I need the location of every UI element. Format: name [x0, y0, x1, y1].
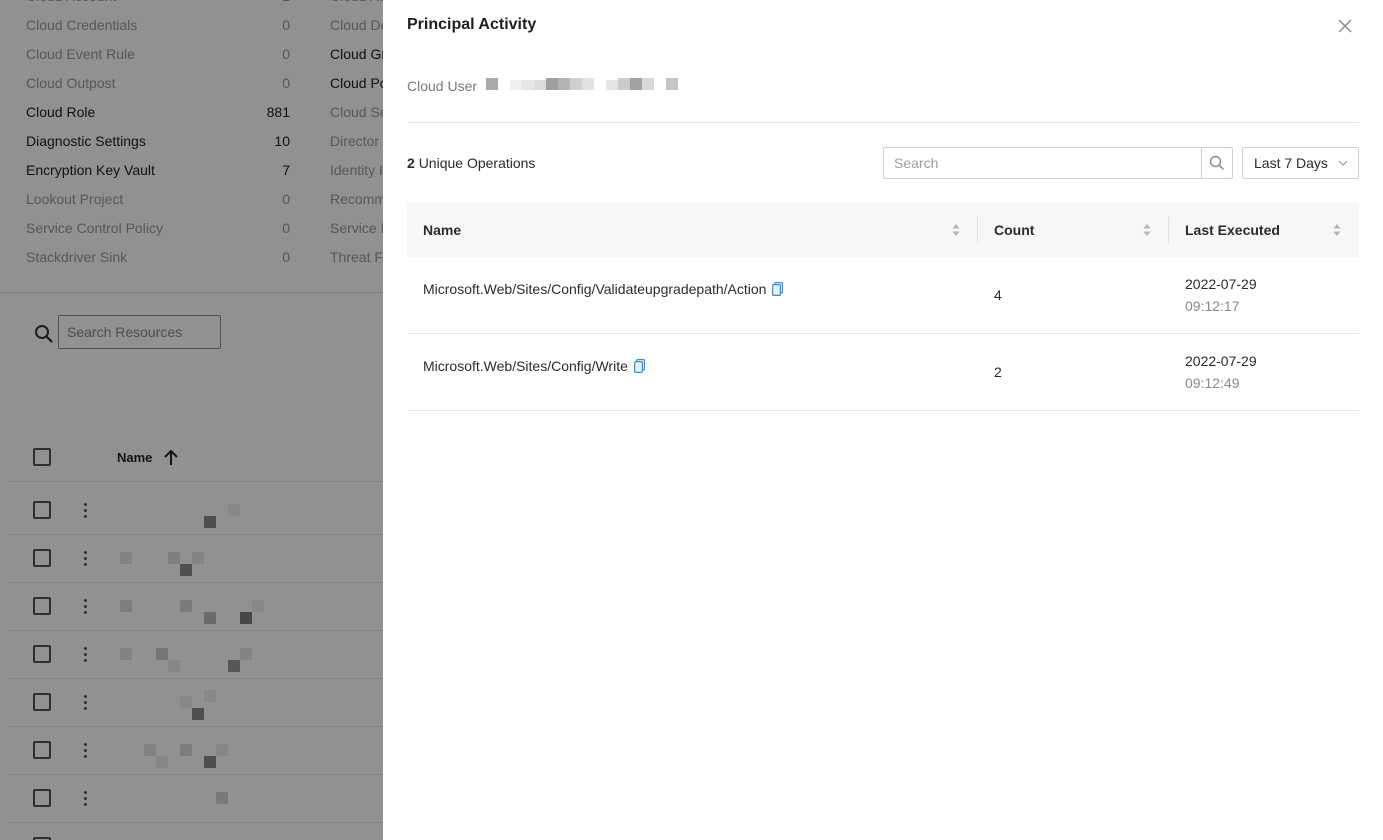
table-row: Microsoft.Web/Sites/Config/Validateupgra…: [407, 257, 1359, 334]
sort-icon[interactable]: [1333, 223, 1341, 237]
chevron-down-icon: [1338, 160, 1348, 166]
table-row: Microsoft.Web/Sites/Config/Write 2 2022-…: [407, 334, 1359, 411]
column-separator: [977, 217, 978, 243]
principal-type-label: Cloud User: [407, 78, 478, 94]
operations-search-input[interactable]: [883, 147, 1202, 179]
operation-name-cell: Microsoft.Web/Sites/Config/Write: [423, 358, 645, 374]
column-separator: [1168, 217, 1169, 243]
close-icon[interactable]: [1334, 15, 1356, 37]
time-range-value: Last 7 Days: [1254, 155, 1328, 171]
last-executed-time: 09:12:49: [1185, 375, 1240, 391]
principal-activity-drawer: Principal Activity Cloud User 2 Unique O…: [383, 0, 1383, 840]
operations-table: Name Count Last Executed Microsoft.Web/S…: [407, 203, 1359, 411]
sort-icon[interactable]: [1143, 223, 1151, 237]
copy-icon[interactable]: [772, 282, 784, 296]
divider: [407, 122, 1359, 123]
unique-operations-label: Unique Operations: [418, 155, 536, 171]
time-range-select[interactable]: Last 7 Days: [1242, 147, 1359, 179]
last-executed-date: 2022-07-29: [1185, 353, 1257, 369]
last-executed-time: 09:12:17: [1185, 298, 1240, 314]
operation-count: 4: [994, 287, 1002, 303]
unique-operations-count: 2: [407, 155, 415, 171]
last-executed-date: 2022-07-29: [1185, 276, 1257, 292]
search-icon: [1209, 155, 1225, 171]
sort-icon[interactable]: [952, 223, 960, 237]
column-header-last-executed[interactable]: Last Executed: [1185, 203, 1280, 257]
operation-name: Microsoft.Web/Sites/Config/Validateupgra…: [423, 281, 767, 297]
search-button[interactable]: [1201, 147, 1233, 179]
unique-operations-summary: 2 Unique Operations: [407, 155, 535, 171]
column-header-name[interactable]: Name: [423, 203, 461, 257]
operation-name: Microsoft.Web/Sites/Config/Write: [423, 358, 628, 374]
operation-count: 2: [994, 364, 1002, 380]
redacted-principal-name: [486, 78, 678, 90]
operation-name-cell: Microsoft.Web/Sites/Config/Validateupgra…: [423, 281, 784, 297]
column-header-count[interactable]: Count: [994, 203, 1034, 257]
copy-icon[interactable]: [633, 359, 645, 373]
drawer-title: Principal Activity: [407, 16, 537, 33]
modal-overlay[interactable]: [0, 0, 383, 840]
table-header: Name Count Last Executed: [407, 203, 1359, 257]
